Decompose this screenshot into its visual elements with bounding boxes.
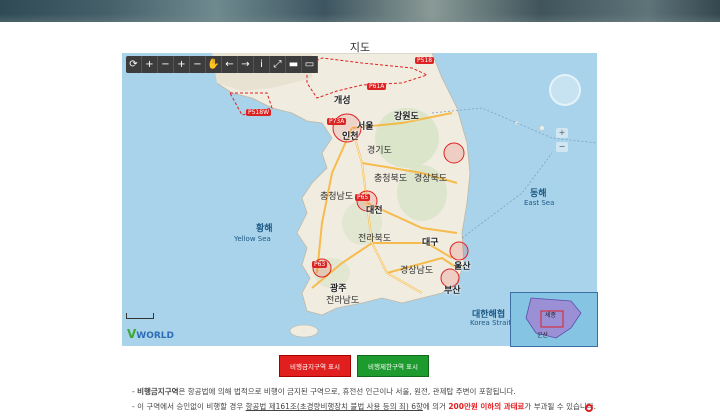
region-label: 경상북도 [414,174,448,184]
region-label: 경상남도 [400,266,434,276]
pan-control[interactable] [549,74,581,106]
info-icon[interactable]: i [254,56,270,73]
map-toolbar: ⟳ + − + − ✋ ← → i ⤢ ▬ ▭ [126,56,318,73]
city-label: 인천 [342,132,359,142]
term-prohibited: 비행금지구역 [137,387,179,396]
region-label: 전라북도 [358,234,392,244]
prohibited-zone-toggle-button[interactable]: 비행금지구역 표시 On/Off [279,355,351,393]
scale-bar [126,313,154,319]
law-link[interactable]: 항공법 제161조(초경량비행장치 불법 사용 등의 죄) 6항 [246,402,423,411]
back-icon[interactable]: ← [222,56,238,73]
region-label: 전라남도 [326,296,360,306]
zoom-out-icon[interactable]: − [158,56,174,73]
zone-tag[interactable]: P518W [246,109,272,116]
vworld-logo: VWORLD [127,327,175,341]
minimap-label: 군산 [537,331,549,339]
city-label: 서울 [357,122,374,132]
region-label: 충청남도 [320,192,354,202]
forward-icon[interactable]: → [238,56,254,73]
fullscreen-icon[interactable]: ⤢ [270,56,286,73]
cursor-icon [585,404,593,412]
hand-icon[interactable]: ✋ [206,56,222,73]
zoom-out-button[interactable]: − [556,142,568,152]
zone-tag[interactable]: P65 [355,194,371,201]
city-label: 부산 [444,286,461,296]
sea-label-yellow: 황해 [256,224,273,234]
refresh-icon[interactable]: ⟳ [126,56,142,73]
zone-tag[interactable]: P518 [415,57,435,64]
city-label: 대구 [422,238,439,248]
minimap-label: 세종 [545,311,557,319]
overview-minimap[interactable]: 세종 군산 [510,292,598,347]
zoom-in-icon[interactable]: + [174,56,190,73]
layer-icon[interactable]: ▬ [286,56,302,73]
zone-tag[interactable]: P73A [327,118,347,125]
region-label: 경기도 [367,146,392,156]
minimap-canvas: 세종 군산 [525,297,582,339]
sea-label-east: 동해 [530,189,547,199]
zoom-in-icon[interactable]: + [142,56,158,73]
sea-label-east-en: East Sea [524,199,555,207]
sea-label-yellow-en: Yellow Sea [234,235,271,243]
zone-tag[interactable]: P63 [312,261,328,268]
zoom-out-icon[interactable]: − [190,56,206,73]
region-label: 충청북도 [374,174,408,184]
city-label: 개성 [334,96,351,106]
zoom-in-button[interactable]: + [556,128,568,138]
header-banner-image [0,0,720,22]
notice-line-1: - 비행금지구역은 항공법에 의해 법적으로 비행이 금지된 구역으로, 휴전선… [132,387,516,396]
notice-line-2: - 이 구역에서 승인없이 비행할 경우 항공법 제161조(초경량비행장치 불… [132,402,597,411]
restricted-zone-toggle-button[interactable]: 비행제한구역 표시 On/Off [357,355,429,393]
sea-label-strait-en: Korea Strait [470,319,512,327]
city-label: 대전 [366,206,383,216]
city-label: 강원도 [394,112,419,122]
fine-highlight: 200만원 이하의 과태료 [448,402,525,411]
city-label: 울산 [454,262,471,272]
zone-tag[interactable]: P61A [367,83,387,90]
layer2-icon[interactable]: ▭ [302,56,318,73]
